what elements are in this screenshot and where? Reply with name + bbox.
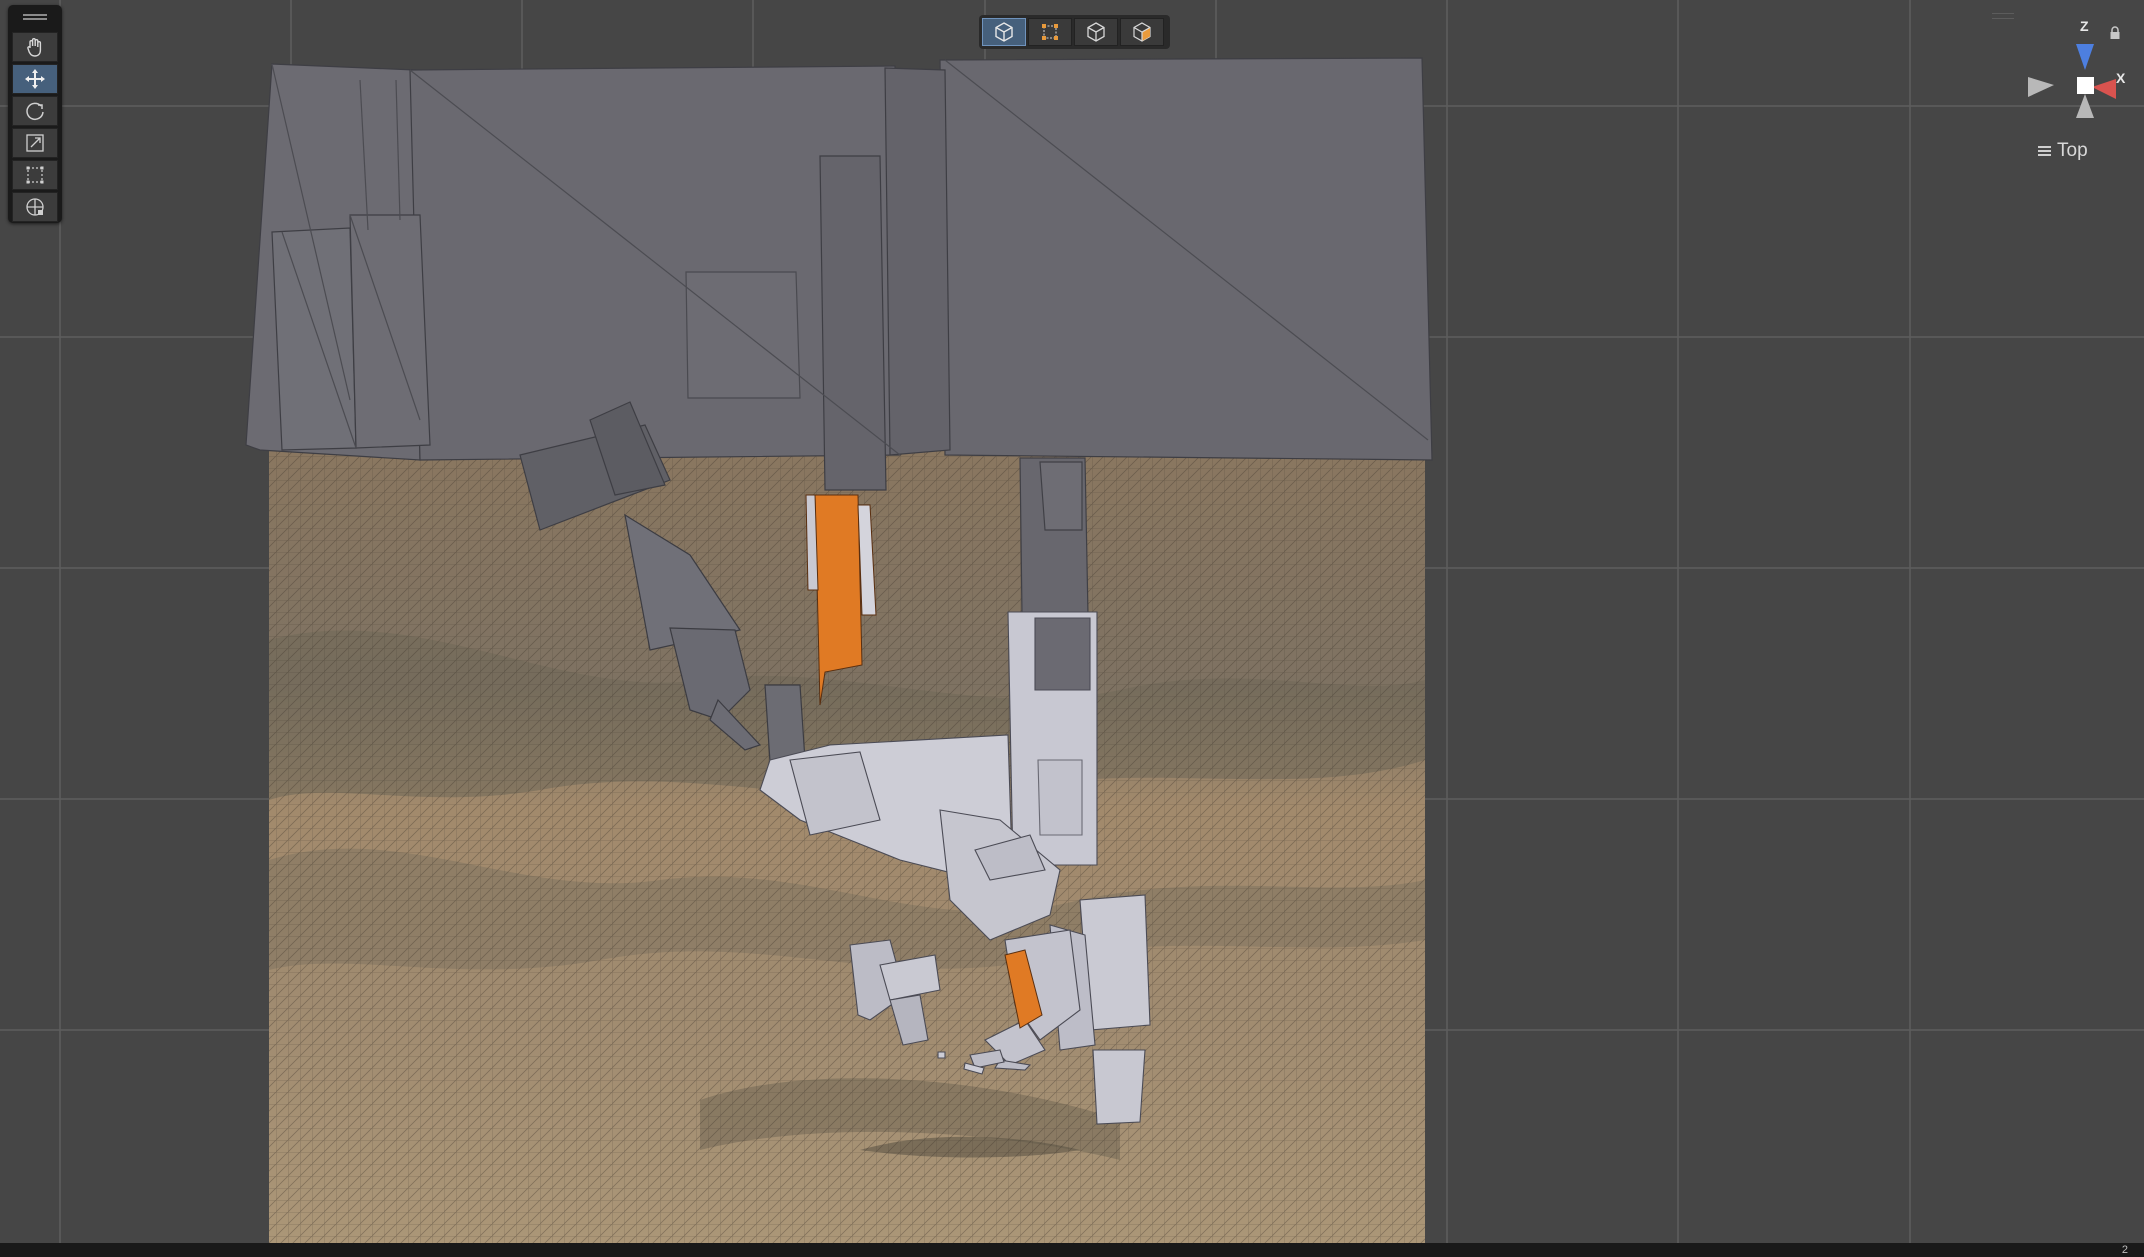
hand-icon (27, 38, 42, 57)
scale-tool-button[interactable] (12, 128, 58, 158)
status-bar: 2 (0, 1243, 2144, 1257)
gizmo-center-cube (2077, 77, 2094, 94)
vertex-mode-icon (1042, 24, 1058, 40)
edge-mode-icon (1087, 22, 1105, 42)
scale-icon (26, 134, 44, 152)
rect-tool-button[interactable] (12, 160, 58, 190)
neg-x-axis-cone (2028, 77, 2054, 97)
transform-icon (26, 198, 44, 216)
x-axis-cone (2092, 79, 2116, 99)
hand-tool-button[interactable] (12, 32, 58, 62)
move-icon (25, 69, 45, 89)
edge-mode-button[interactable] (1074, 18, 1118, 46)
z-axis-label: Z (2080, 18, 2089, 34)
scene-viewport[interactable] (0, 0, 2144, 1257)
rect-icon (26, 166, 44, 184)
move-tool-button[interactable] (12, 64, 58, 94)
column-geometry (1019, 457, 1089, 616)
view-orientation-label[interactable]: Top (2038, 140, 2088, 162)
orientation-text: Top (2057, 140, 2088, 161)
neg-z-axis-cone (2076, 94, 2094, 118)
object-mode-icon (995, 22, 1013, 42)
tools-palette (8, 5, 62, 223)
selection-mode-toolbar (979, 15, 1170, 49)
orientation-gizmo[interactable]: Z X (2020, 14, 2144, 124)
overlay-grip[interactable] (1992, 13, 2014, 19)
status-text: 2 (2121, 1244, 2128, 1256)
z-axis-cone (2076, 44, 2094, 70)
object-mode-button[interactable] (982, 18, 1026, 46)
face-mode-icon (1133, 22, 1151, 42)
vertex-mode-button[interactable] (1028, 18, 1072, 46)
rotate-tool-button[interactable] (12, 96, 58, 126)
lock-icon[interactable] (2109, 26, 2121, 40)
transform-tool-button[interactable] (12, 192, 58, 222)
hamburger-icon (2038, 144, 2051, 158)
x-axis-label: X (2116, 70, 2126, 86)
face-mode-button[interactable] (1120, 18, 1164, 46)
palette-grip[interactable] (23, 14, 47, 20)
rotate-icon (26, 102, 44, 121)
